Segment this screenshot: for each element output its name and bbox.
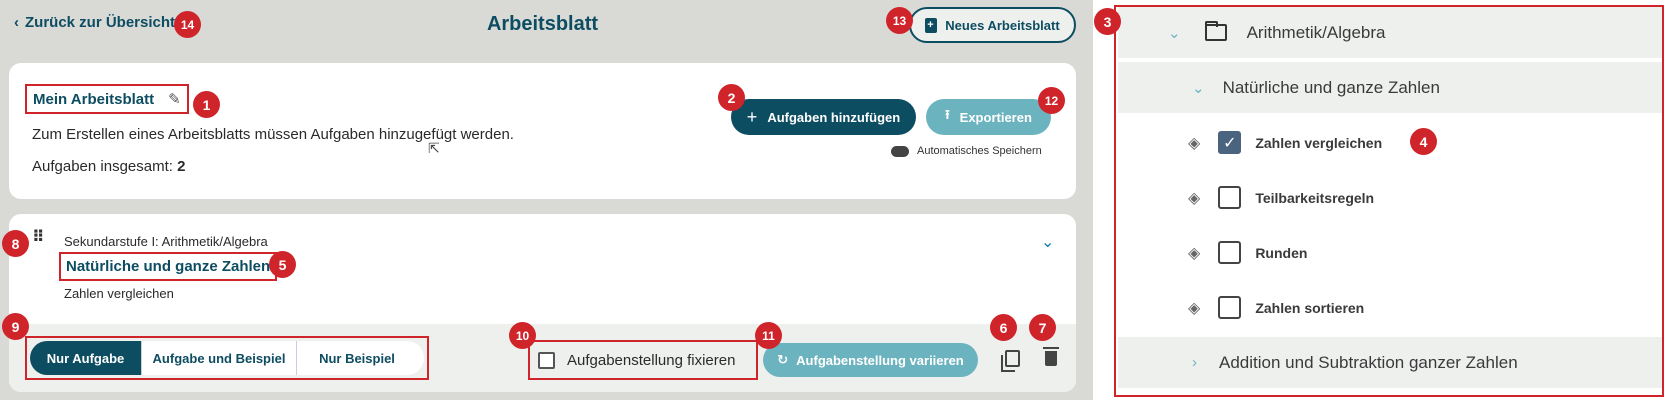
task-count: Aufgaben insgesamt: 2	[32, 158, 185, 175]
tree-folder-label: Arithmetik/Algebra	[1246, 22, 1386, 42]
worksheet-panel: ‹ Zurück zur Übersicht Arbeitsblatt Neue…	[0, 0, 1093, 400]
layers-icon: ◈	[1188, 189, 1201, 207]
tree-item-label: Teilbarkeitsregeln	[1255, 189, 1375, 206]
drag-handle-icon[interactable]: ⠿	[32, 230, 44, 246]
tree-item-label: Zahlen sortieren	[1255, 299, 1365, 316]
vary-task-button[interactable]: ↻ Aufgabenstellung variieren	[763, 343, 978, 377]
mode-option-example-only[interactable]: Nur Beispiel	[297, 341, 417, 375]
add-tasks-button[interactable]: + Aufgaben hinzufügen	[731, 99, 916, 135]
annotation-badge: 12	[1038, 87, 1065, 114]
tree-item-row[interactable]: ◈ Zahlen sortieren	[1118, 282, 1662, 333]
worksheet-name[interactable]: Mein Arbeitsblatt ✎	[25, 84, 189, 114]
fix-task-label: Aufgabenstellung fixieren	[567, 351, 736, 369]
tree-item-row[interactable]: ◈ ✓ Zahlen vergleichen	[1118, 117, 1662, 168]
worksheet-info: Zum Erstellen eines Arbeitsblatts müssen…	[32, 126, 514, 143]
refresh-icon: ↻	[777, 352, 789, 367]
tree-item-label: Zahlen vergleichen	[1255, 134, 1383, 151]
task-controls: Nur Aufgabe Aufgabe und Beispiel Nur Bei…	[9, 324, 1076, 392]
topic-tree: ⌄ Arithmetik/Algebra ⌄ Natürliche und ga…	[1114, 5, 1664, 397]
tree-item-checkbox[interactable]	[1218, 296, 1242, 319]
upload-icon: ⭱	[945, 107, 950, 122]
annotation-badge: 7	[1029, 314, 1056, 341]
task-topic[interactable]: Natürliche und ganze Zahlen	[59, 252, 278, 281]
autosave-status: Automatisches Speichern	[891, 145, 1042, 157]
mode-selector: Nur Aufgabe Aufgabe und Beispiel Nur Bei…	[25, 336, 429, 380]
plus-icon: +	[746, 106, 758, 127]
export-label: Exportieren	[959, 109, 1032, 125]
task-count-label: Aufgaben insgesamt:	[32, 158, 173, 175]
tree-group-row[interactable]: › Addition und Subtraktion ganzer Zahlen	[1118, 337, 1662, 388]
export-button[interactable]: ⭱ Exportieren	[926, 99, 1051, 135]
annotation-badge: 6	[990, 314, 1017, 341]
chevron-down-icon[interactable]: ⌄	[1168, 24, 1181, 42]
fix-task-toggle[interactable]: Aufgabenstellung fixieren	[528, 340, 758, 380]
mode-option-task-only[interactable]: Nur Aufgabe	[30, 341, 142, 375]
tree-item-row[interactable]: ◈ Runden	[1118, 227, 1662, 278]
tree-item-label: Runden	[1255, 244, 1308, 261]
autosave-label: Automatisches Speichern	[917, 145, 1042, 157]
annotation-badge: 2	[718, 84, 745, 111]
layers-icon: ◈	[1188, 299, 1201, 317]
task-card: ⠿ Sekundarstufe I: Arithmetik/Algebra Na…	[9, 214, 1076, 392]
mode-option-task-and-example[interactable]: Aufgabe und Beispiel	[142, 341, 297, 375]
annotation-badge: 8	[2, 230, 29, 257]
task-count-value: 2	[177, 158, 186, 175]
annotation-badge: 3	[1094, 8, 1121, 35]
tree-item-checkbox[interactable]	[1218, 241, 1242, 264]
annotation-badge: 11	[755, 322, 782, 349]
annotation-badge: 4	[1410, 128, 1437, 155]
layers-icon: ◈	[1188, 134, 1201, 152]
copy-icon[interactable]	[1001, 350, 1020, 372]
tree-group-row[interactable]: ⌄ Natürliche und ganze Zahlen	[1118, 62, 1662, 113]
fix-task-checkbox[interactable]	[538, 351, 555, 369]
new-worksheet-button[interactable]: Neues Arbeitsblatt	[909, 7, 1076, 43]
chevron-right-icon[interactable]: ›	[1192, 354, 1197, 371]
add-tasks-label: Aufgaben hinzufügen	[767, 109, 901, 125]
tree-item-checkbox[interactable]	[1218, 186, 1242, 209]
task-subtopic: Zahlen vergleichen	[64, 286, 174, 301]
cloud-check-icon	[891, 145, 909, 157]
annotation-badge: 9	[2, 313, 29, 340]
annotation-badge: 13	[886, 7, 913, 34]
pencil-icon[interactable]: ✎	[168, 90, 181, 108]
trash-icon[interactable]	[1043, 347, 1059, 366]
annotation-badge: 5	[269, 251, 296, 278]
worksheet-name-label: Mein Arbeitsblatt	[33, 90, 155, 108]
new-document-icon	[925, 17, 938, 33]
tree-next-group-label: Addition und Subtraktion ganzer Zahlen	[1219, 352, 1518, 372]
annotation-badge: 10	[509, 322, 536, 349]
tree-group-label: Natürliche und ganze Zahlen	[1222, 77, 1440, 97]
annotation-badge: 1	[193, 91, 220, 118]
mouse-cursor-icon: ⇱	[428, 140, 440, 156]
new-worksheet-label: Neues Arbeitsblatt	[945, 17, 1060, 33]
chevron-down-icon[interactable]: ⌄	[1192, 79, 1205, 97]
tree-item-row[interactable]: ◈ Teilbarkeitsregeln	[1118, 172, 1662, 223]
tree-folder-row[interactable]: ⌄ Arithmetik/Algebra	[1118, 7, 1662, 58]
vary-task-label: Aufgabenstellung variieren	[796, 352, 964, 368]
tree-item-checkbox[interactable]: ✓	[1218, 131, 1242, 154]
worksheet-card: Mein Arbeitsblatt ✎ Zum Erstellen eines …	[9, 63, 1076, 199]
annotation-badge: 14	[174, 11, 201, 38]
chevron-down-icon[interactable]: ⌄	[1041, 232, 1054, 252]
folder-icon	[1204, 21, 1227, 41]
layers-icon: ◈	[1188, 244, 1201, 262]
task-category: Sekundarstufe I: Arithmetik/Algebra	[64, 234, 268, 249]
